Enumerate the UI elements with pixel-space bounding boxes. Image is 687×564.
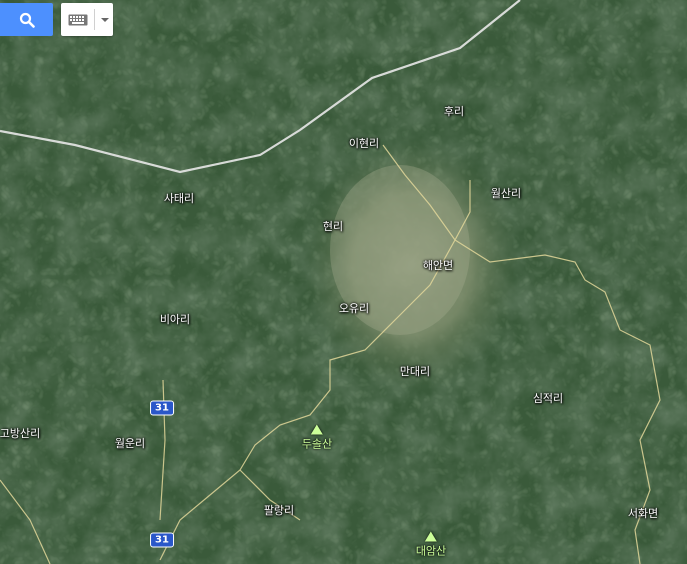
place-label-simjeokri[interactable]: 심적리	[533, 390, 563, 406]
place-label-ihyeonri[interactable]: 이현리	[349, 135, 379, 151]
place-label-worunri[interactable]: 월운리	[115, 435, 145, 451]
satellite-map[interactable]: 후리 이현리 월산리 사태리 현리 해안면 오유리 비아리 만대리 심적리 고방…	[0, 0, 687, 564]
mountain-icon	[311, 424, 323, 435]
place-label-oyuri[interactable]: 오유리	[339, 300, 369, 316]
route-shield[interactable]: 31	[150, 400, 174, 416]
place-label-seohwamyeon[interactable]: 서화면	[628, 505, 658, 521]
place-label-huri[interactable]: 후리	[444, 103, 464, 119]
place-label-haeanmyeon[interactable]: 해안면	[423, 257, 453, 273]
place-label-sataeri[interactable]: 사태리	[164, 190, 194, 206]
place-label-biari[interactable]: 비아리	[160, 311, 190, 327]
keyboard-icon	[68, 14, 88, 25]
place-label-wolsanri[interactable]: 월산리	[491, 185, 521, 201]
search-icon	[19, 12, 35, 28]
peak-marker-dusolsan[interactable]: 두솔산	[301, 424, 333, 452]
search-button[interactable]	[0, 3, 53, 36]
toolbar-divider	[94, 9, 95, 30]
place-label-palrangri[interactable]: 팔랑리	[264, 502, 294, 518]
input-tools-button[interactable]	[61, 3, 113, 36]
peak-label: 두솔산	[301, 437, 333, 451]
peak-marker-daeamsan[interactable]: 대암산	[415, 531, 447, 559]
satellite-terrain	[0, 0, 687, 564]
mountain-icon	[425, 531, 437, 542]
caret-down-icon[interactable]	[101, 17, 109, 22]
peak-label: 대암산	[415, 544, 447, 558]
route-shield[interactable]: 31	[150, 532, 174, 548]
place-label-mandaeri[interactable]: 만대리	[400, 363, 430, 379]
place-label-hyeonri[interactable]: 현리	[323, 218, 343, 234]
place-label-gobangsanri[interactable]: 고방산리	[0, 425, 40, 441]
